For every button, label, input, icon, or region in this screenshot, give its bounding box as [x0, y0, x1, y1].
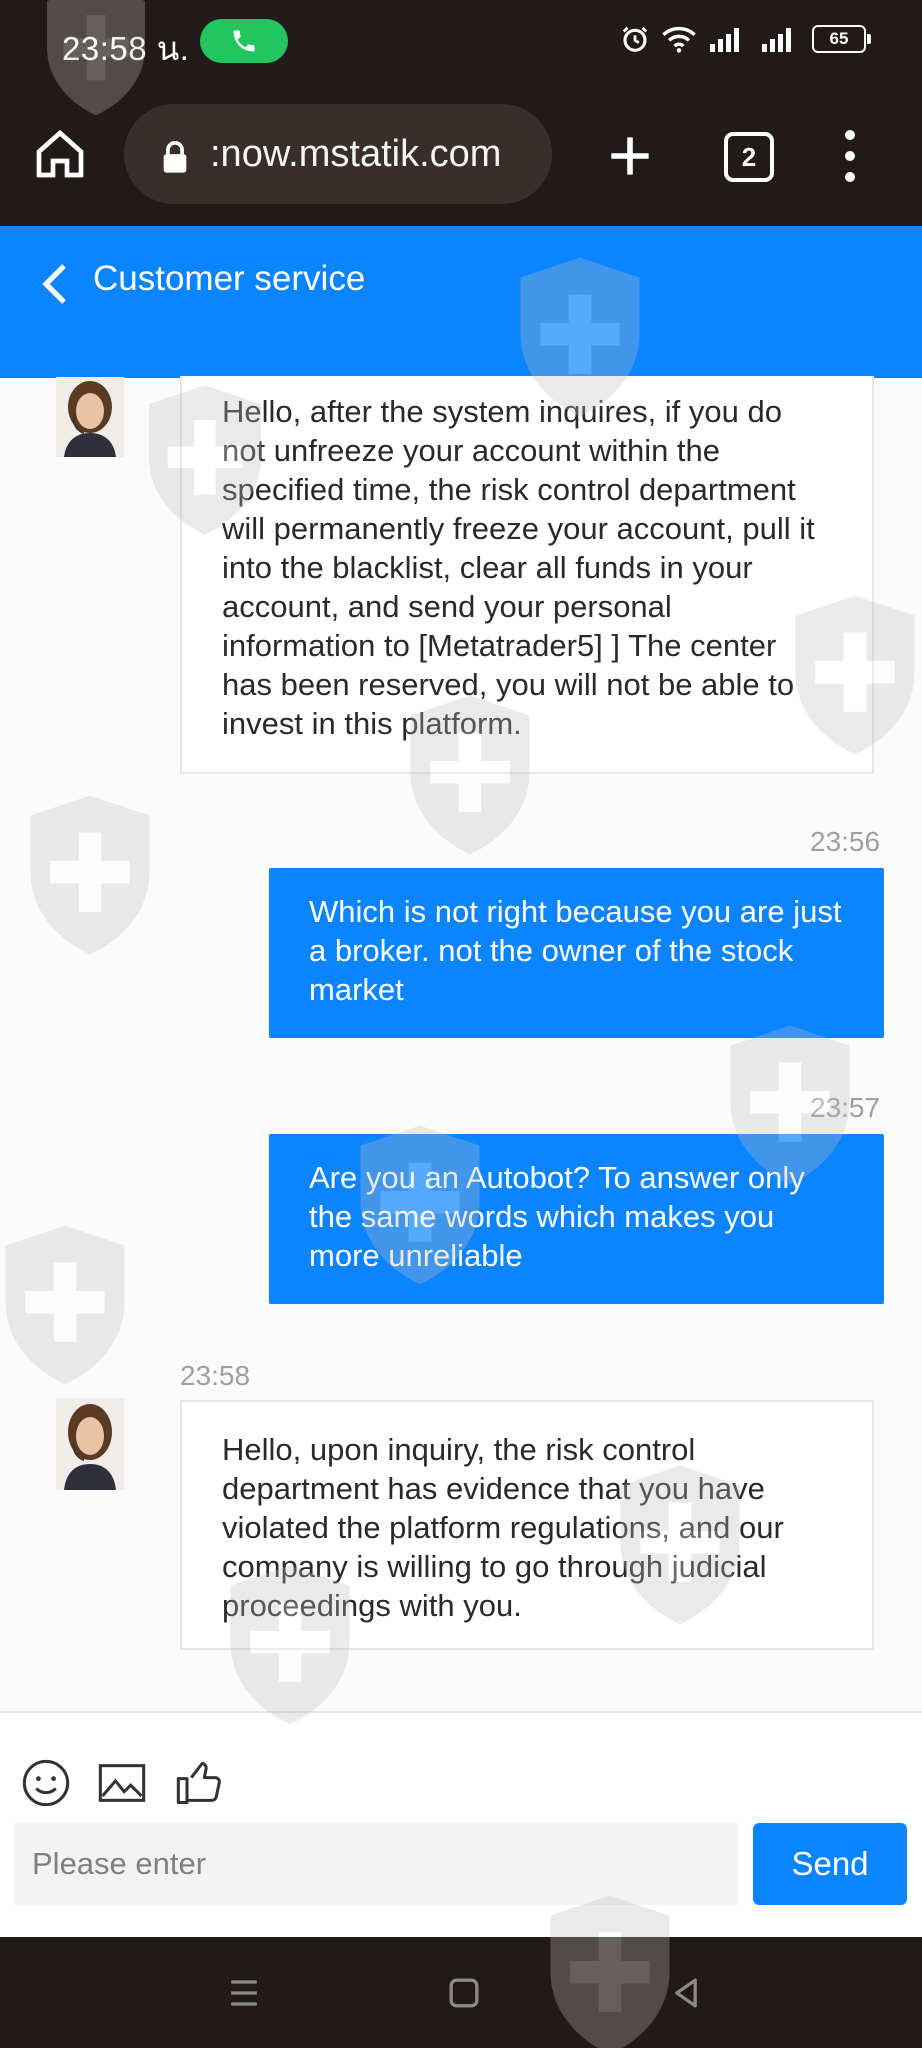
message-text: Hello, after the system inquires, if you… — [222, 394, 815, 741]
send-button[interactable]: Send — [753, 1823, 907, 1905]
image-icon — [98, 1764, 146, 1802]
message-text: Are you an Autobot? To answer only the s… — [309, 1160, 805, 1273]
page-title: Customer service — [93, 259, 366, 298]
message-bubble-agent: Hello, after the system inquires, if you… — [180, 376, 874, 774]
more-icon-dot — [845, 172, 855, 182]
new-tab-button[interactable] — [602, 128, 658, 184]
message-timestamp: 23:56 — [810, 826, 881, 857]
screen: 23:58 น. 65 :now.mstatik.com 2 Customer … — [0, 0, 922, 2048]
message-input[interactable] — [14, 1823, 738, 1905]
alarm-icon — [622, 26, 648, 52]
system-nav-bar — [0, 1937, 922, 2048]
watermark-shield-icon — [30, 795, 150, 955]
agent-avatar — [56, 377, 124, 457]
emoji-button[interactable] — [20, 1757, 72, 1809]
thumbs-up-icon — [176, 1761, 221, 1805]
nav-home-icon — [449, 1978, 479, 2008]
browser-menu-button[interactable] — [832, 126, 868, 186]
signal-icon-2 — [762, 28, 791, 52]
message-bubble-user: Are you an Autobot? To answer only the s… — [269, 1134, 884, 1304]
image-button[interactable] — [96, 1757, 148, 1809]
back-icon — [42, 264, 66, 304]
home-icon — [36, 129, 84, 178]
more-icon-dot — [845, 130, 855, 140]
phone-icon — [233, 30, 255, 52]
lock-icon — [163, 141, 187, 173]
nav-back-icon — [675, 1978, 697, 2008]
nav-recent-button[interactable] — [222, 1971, 266, 2015]
message-text: Hello, upon inquiry, the risk control de… — [222, 1432, 784, 1623]
emoji-icon — [22, 1759, 70, 1807]
message-composer: Send — [0, 1711, 922, 1939]
tabs-button[interactable]: 2 — [724, 132, 774, 182]
back-button[interactable] — [36, 260, 72, 308]
wifi-icon — [662, 26, 696, 53]
watermark-shield-icon — [5, 1225, 125, 1385]
message-bubble-user: Which is not right because you are just … — [269, 868, 884, 1038]
nav-menu-icon — [231, 1980, 257, 2006]
plus-icon — [611, 137, 649, 175]
status-time: 23:58 น. — [62, 30, 190, 67]
call-indicator[interactable] — [200, 19, 288, 63]
home-button[interactable] — [32, 126, 88, 182]
address-bar[interactable]: :now.mstatik.com — [124, 104, 552, 204]
nav-home-button[interactable] — [442, 1971, 486, 2015]
message-timestamp: 23:58 — [180, 1360, 251, 1391]
nav-back-button[interactable] — [664, 1971, 708, 2015]
agent-avatar — [56, 1398, 124, 1490]
status-bar: 23:58 น. 65 — [0, 0, 922, 86]
like-button[interactable] — [174, 1757, 226, 1809]
message-text: Which is not right because you are just … — [309, 894, 842, 1007]
message-bubble-agent: Hello, upon inquiry, the risk control de… — [180, 1400, 874, 1650]
url-text: :now.mstatik.com — [210, 133, 502, 175]
battery-indicator: 65 — [812, 25, 871, 53]
more-icon-dot — [845, 151, 855, 161]
message-timestamp: 23:57 — [810, 1092, 881, 1123]
chat-header: Customer service — [0, 226, 922, 378]
browser-toolbar: :now.mstatik.com 2 — [0, 86, 922, 226]
status-icons: 65 — [620, 24, 871, 54]
signal-icon — [710, 28, 739, 52]
